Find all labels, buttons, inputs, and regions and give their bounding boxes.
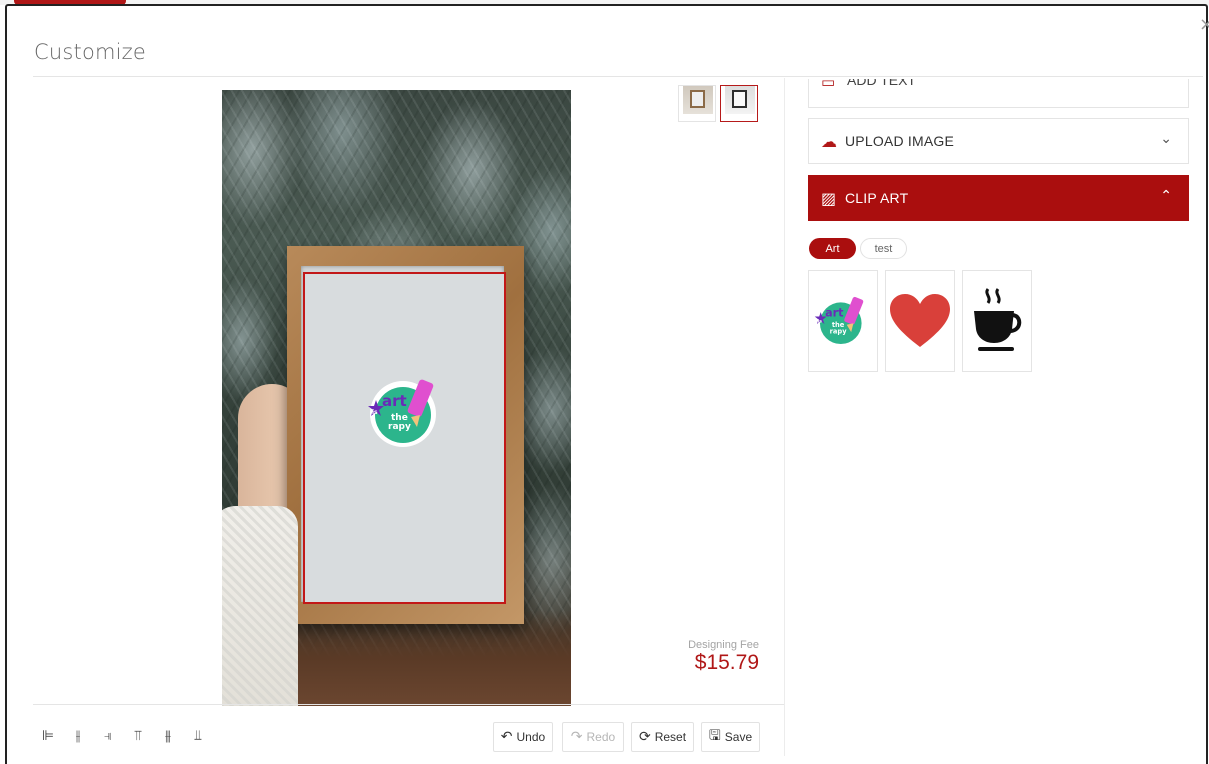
thumbnail-image: [683, 86, 713, 114]
title-divider: [33, 76, 1203, 77]
modal-title: Customize: [34, 40, 147, 64]
tab-test[interactable]: test: [860, 238, 907, 259]
align-top-icon[interactable]: ⫪: [127, 725, 149, 747]
wooden-frame: art is the rapy: [287, 246, 524, 624]
sticker-is-text: is: [372, 409, 378, 416]
save-label: Save: [724, 730, 753, 744]
clip-art-item-sticker[interactable]: art is the rapy: [808, 270, 878, 372]
clip-art-item-coffee[interactable]: [962, 270, 1032, 372]
redo-label: Redo: [586, 730, 616, 744]
chat-bubble-icon: ▭: [821, 79, 836, 91]
sticker-is-text: is: [818, 318, 823, 324]
reset-button[interactable]: ⟳ Reset: [631, 722, 694, 752]
clip-art-label: CLIP ART: [845, 190, 909, 206]
sticker-rapy-text: rapy: [830, 328, 848, 336]
art-is-therapy-sticker[interactable]: art is the rapy: [367, 373, 445, 451]
coffee-cup-icon: [974, 288, 1022, 351]
reset-label: Reset: [654, 730, 687, 744]
art-is-therapy-clipart: art is the rapy: [814, 296, 866, 348]
clip-art-item-heart[interactable]: [885, 270, 955, 372]
redo-button[interactable]: ↷ Redo: [562, 722, 624, 752]
clip-art-panel[interactable]: ▨ CLIP ART ⌃: [808, 175, 1189, 221]
cloud-upload-icon: ☁: [821, 131, 837, 151]
save-button[interactable]: 🖫 Save: [701, 722, 760, 752]
add-text-label: ADD TEXT: [847, 79, 916, 88]
chevron-down-icon: ⌄: [1160, 131, 1172, 147]
heart-icon: [890, 294, 950, 347]
print-area[interactable]: art is the rapy: [303, 272, 506, 604]
align-left-icon[interactable]: ⊫: [37, 725, 59, 747]
product-mockup: art is the rapy: [222, 90, 571, 706]
sweater-sleeve: [222, 506, 298, 706]
toolbar-divider: [33, 704, 784, 705]
designing-fee-label: Designing Fee: [688, 639, 759, 651]
view-thumbnail-1[interactable]: [678, 85, 716, 122]
align-middle-vertical-icon[interactable]: ⫵: [157, 725, 179, 747]
close-icon[interactable]: ×: [1199, 16, 1209, 34]
undo-icon: ↶: [500, 729, 513, 745]
column-divider: [784, 78, 785, 756]
sticker-art-text: art: [825, 307, 844, 320]
reset-icon: ⟳: [638, 729, 651, 745]
align-right-icon[interactable]: ⫣: [97, 725, 119, 747]
sticker-rapy-text: rapy: [388, 422, 411, 432]
undo-button[interactable]: ↶ Undo: [493, 722, 553, 752]
sticker-art-text: art: [382, 392, 407, 410]
align-toolbar: ⊫ ⫲ ⫣ ⫪ ⫵ ⫫: [37, 725, 209, 747]
align-bottom-icon[interactable]: ⫫: [187, 725, 209, 747]
upload-image-label: UPLOAD IMAGE: [845, 133, 954, 149]
save-icon: 🖫: [708, 728, 721, 744]
undo-label: Undo: [516, 730, 546, 744]
view-thumbnail-2[interactable]: [720, 85, 758, 122]
tab-art[interactable]: Art: [809, 238, 856, 259]
upload-image-panel[interactable]: ☁ UPLOAD IMAGE ⌄: [808, 118, 1189, 164]
designing-fee-value: $15.79: [694, 651, 759, 674]
thumbnail-image: [725, 86, 755, 114]
chevron-up-icon: ⌃: [1160, 188, 1172, 204]
align-center-horizontal-icon[interactable]: ⫲: [67, 725, 89, 747]
add-text-panel[interactable]: ▭ ADD TEXT: [808, 79, 1189, 108]
redo-icon: ↷: [570, 729, 583, 745]
image-icon: ▨: [821, 188, 837, 208]
